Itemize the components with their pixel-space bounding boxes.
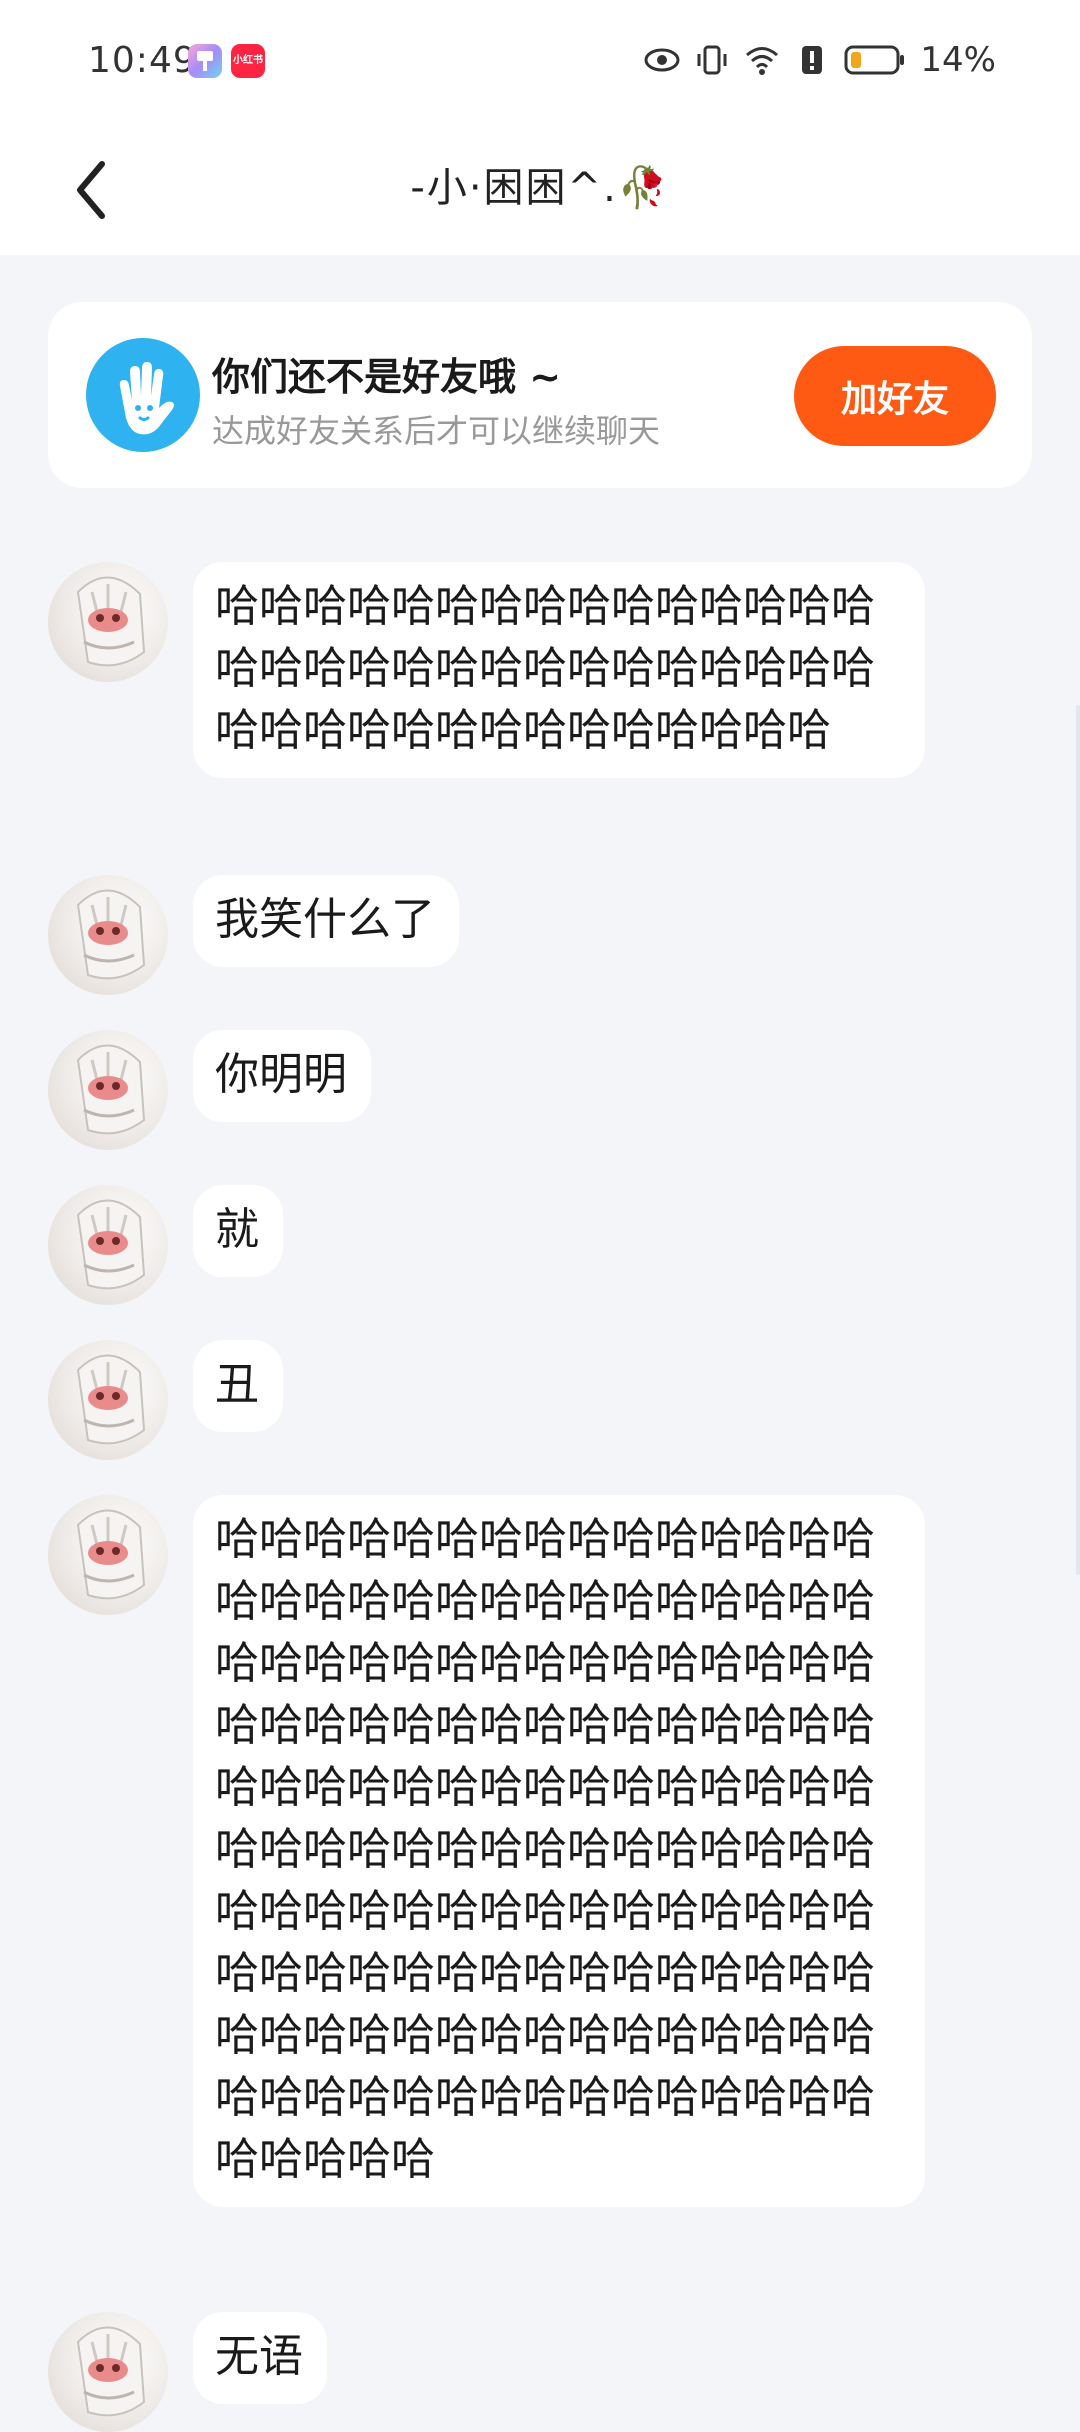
alert-icon bbox=[802, 46, 823, 74]
avatar[interactable] bbox=[48, 562, 168, 682]
not-friends-card: 你们还不是好友哦 ~ 达成好友关系后才可以继续聊天 加好友 bbox=[48, 302, 1032, 488]
app-notification-icon bbox=[188, 44, 222, 78]
avatar[interactable] bbox=[48, 2312, 168, 2432]
avatar[interactable] bbox=[48, 875, 168, 995]
wifi-icon bbox=[746, 47, 779, 75]
battery-icon bbox=[844, 45, 905, 75]
status-icons: 14% bbox=[644, 40, 996, 80]
avatar[interactable] bbox=[48, 1185, 168, 1305]
message-bubble[interactable]: 你明明 bbox=[193, 1030, 371, 1122]
add-friend-button[interactable]: 加好友 bbox=[794, 346, 996, 446]
status-bar: 10:49 小红书 14% bbox=[0, 0, 1080, 125]
chat-header: -小·困困^.🥀 bbox=[0, 125, 1080, 255]
scrollbar[interactable] bbox=[1076, 705, 1080, 1575]
card-title: 你们还不是好友哦 ~ bbox=[212, 355, 562, 399]
message-bubble[interactable]: 无语 bbox=[193, 2312, 327, 2404]
message-bubble[interactable]: 我笑什么了 bbox=[193, 875, 459, 967]
avatar[interactable] bbox=[48, 1030, 168, 1150]
message-bubble[interactable]: 哈哈哈哈哈哈哈哈哈哈哈哈哈哈哈哈哈哈哈哈哈哈哈哈哈哈哈哈哈哈哈哈哈哈哈哈哈哈哈哈… bbox=[193, 1495, 925, 2207]
page-title: -小·困困^.🥀 bbox=[410, 165, 670, 211]
avatar[interactable] bbox=[48, 1340, 168, 1460]
message-bubble[interactable]: 哈哈哈哈哈哈哈哈哈哈哈哈哈哈哈哈哈哈哈哈哈哈哈哈哈哈哈哈哈哈哈哈哈哈哈哈哈哈哈哈… bbox=[193, 562, 925, 778]
message-bubble[interactable]: 丑 bbox=[193, 1340, 283, 1432]
xiaohongshu-app-icon: 小红书 bbox=[231, 44, 265, 78]
eye-icon bbox=[644, 48, 680, 72]
avatar[interactable] bbox=[48, 1495, 168, 1615]
vibrate-icon bbox=[697, 45, 727, 75]
hand-wave-icon bbox=[86, 338, 200, 452]
card-subtitle: 达成好友关系后才可以继续聊天 bbox=[212, 412, 661, 450]
battery-percent: 14% bbox=[920, 40, 996, 80]
status-time: 10:49 bbox=[88, 40, 197, 81]
message-bubble[interactable]: 就 bbox=[193, 1185, 283, 1277]
